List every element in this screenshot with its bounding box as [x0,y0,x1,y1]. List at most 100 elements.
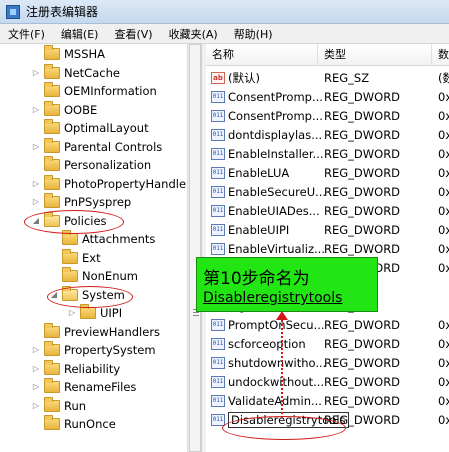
value-row[interactable]: 011 dontdisplaylas... REG_DWORD 0x [206,125,449,144]
value-type: REG_DWORD [324,127,401,142]
folder-icon [44,322,60,338]
tree-item[interactable]: ▷ PropertySystem [32,341,156,359]
tree-item[interactable]: ▷ RenameFiles [32,378,136,396]
tree-item[interactable]: Personalization [32,156,151,174]
tree-item[interactable]: PreviewHandlers [32,322,161,341]
expand-arrow-icon[interactable]: ▷ [32,383,40,391]
column-name-header[interactable]: 名称 [206,44,318,66]
value-data: 0x [438,241,449,256]
tree-item-label: Run [64,398,87,413]
value-row[interactable]: 011 ConsentPromp... REG_DWORD 0x [206,87,449,106]
menu-edit[interactable]: 编辑(E) [53,26,107,42]
menu-view[interactable]: 查看(V) [106,26,160,42]
folder-icon [44,193,60,208]
tree-item[interactable]: ▷ OOBE [32,100,97,119]
value-data: 0x [438,146,449,161]
value-row[interactable]: 011 PromptOnSecu... REG_DWORD 0x [206,315,449,334]
value-row[interactable]: 011 ConsentPromp... REG_DWORD 0x [206,106,449,125]
value-name-cell: 011 scforceoption [211,337,306,351]
tree-item[interactable]: ▷ PnPSysprep [32,193,131,211]
column-data-header[interactable]: 数 [432,44,449,66]
value-row[interactable]: 011 EnableLUA REG_DWORD 0x [206,163,449,182]
value-row[interactable]: 011 shutdownwitho... REG_DWORD 0x [206,353,449,372]
value-row[interactable]: 011 EnableUIADes... REG_DWORD 0x [206,201,449,220]
no-arrow [32,420,40,428]
value-type: REG_DWORD [324,108,401,123]
tree-item[interactable]: MSSHA [32,45,105,63]
annotation-arrow-line [281,316,283,418]
value-row[interactable]: 011 EnableUIPI REG_DWORD 0x [206,220,449,239]
binary-value-icon: 011 [211,185,225,198]
list-header: 名称 类型 数 [206,44,449,66]
value-row[interactable]: 011 scforceoption REG_DWORD 0x [206,334,449,353]
tree-item[interactable]: ▷ Reliability [32,359,120,378]
value-name-cell: 011 shutdownwitho... [211,356,326,370]
expand-arrow-icon[interactable]: ▷ [32,179,40,188]
menu-file[interactable]: 文件(F) [0,26,53,42]
tree-item-label: Personalization [64,158,152,172]
binary-value-icon: 011 [211,204,225,217]
value-name-cell: 011 ValidateAdmin... [211,394,322,408]
expand-arrow-icon[interactable]: ▷ [32,105,40,114]
value-data: 0x [438,355,449,370]
folder-icon [44,174,60,190]
value-name: ValidateAdmin... [228,393,322,408]
value-name-cell: 011 ConsentPromp... [211,90,323,104]
tree-scrollbar[interactable] [187,44,201,452]
tree-item-label: RunOnce [64,417,116,431]
value-name: ConsentPromp... [228,89,323,104]
value-name-cell: 011 EnableInstaller... [211,147,324,161]
folder-icon [44,137,60,153]
tree-scroll-thumb[interactable] [189,44,201,452]
value-row[interactable]: 011 ValidateAdmin... REG_DWORD 0x [206,391,449,410]
system-highlight-ellipse [47,286,133,308]
expand-arrow-icon[interactable]: ▷ [32,68,40,77]
folder-icon [44,156,60,171]
tree-item-label: MSSHA [64,47,106,61]
tree-item-label: PreviewHandlers [64,324,161,339]
binary-value-icon: 011 [211,413,225,426]
folder-icon [80,304,96,319]
value-type: REG_DWORD [324,203,401,218]
expand-arrow-icon[interactable]: ▷ [32,346,40,354]
menu-help[interactable]: 帮助(H) [226,26,281,42]
value-row[interactable]: 011 EnableVirtualiz... REG_DWORD 0x [206,239,449,258]
expand-arrow-icon[interactable]: ▷ [32,142,40,151]
value-row[interactable]: 011 undockwithout... REG_DWORD 0x [206,372,449,391]
value-type: REG_DWORD [324,355,401,370]
tree-item[interactable]: ▷ PhotoPropertyHandler [32,174,187,193]
value-type: REG_DWORD [324,317,401,332]
value-type: REG_DWORD [324,393,401,408]
tree-item[interactable]: ▷ NetCache [32,63,120,82]
policies-highlight-ellipse [24,210,124,234]
tree-item[interactable]: Ext [50,248,101,267]
value-data: 0x [438,260,449,275]
binary-value-icon: 011 [211,223,225,236]
value-row[interactable]: 011 EnableInstaller... REG_DWORD 0x [206,144,449,163]
tree-item[interactable]: OEMInformation [32,82,157,100]
values-list: 名称 类型 数 ab (默认) REG_SZ (数 011 ConsentPromp...… [206,44,449,452]
tree-item-label: RenameFiles [64,380,137,394]
value-name-cell: 011 EnableSecureU... [211,185,326,199]
menu-favorites[interactable]: 收藏夹(A) [161,26,226,42]
value-type: REG_DWORD [324,241,401,256]
tree-item[interactable]: ▷ Run [32,396,87,415]
tree-item[interactable]: ▷ Parental Controls [32,137,162,156]
tree-item-label: PnPSysprep [64,195,132,209]
tree-item[interactable]: NonEnum [50,267,138,285]
tree-item[interactable]: OptimalLayout [32,119,149,137]
value-row[interactable]: 011 EnableSecureU... REG_DWORD 0x [206,182,449,201]
folder-icon [44,119,60,134]
column-type-header[interactable]: 类型 [318,44,432,66]
tree-item[interactable]: RunOnce [32,415,116,433]
binary-value-icon: 011 [211,318,225,331]
value-type: REG_DWORD [324,165,401,180]
value-row[interactable]: ab (默认) REG_SZ (数 [206,68,449,87]
folder-icon [44,100,60,116]
expand-arrow-icon[interactable]: ▷ [32,198,40,206]
expand-arrow-icon[interactable]: ▷ [32,401,40,410]
value-data: 0x [438,89,449,104]
title-bar: 注册表编辑器 [0,0,449,24]
expand-arrow-icon[interactable]: ▷ [32,364,40,373]
expand-arrow-icon[interactable]: ▷ [68,309,76,317]
